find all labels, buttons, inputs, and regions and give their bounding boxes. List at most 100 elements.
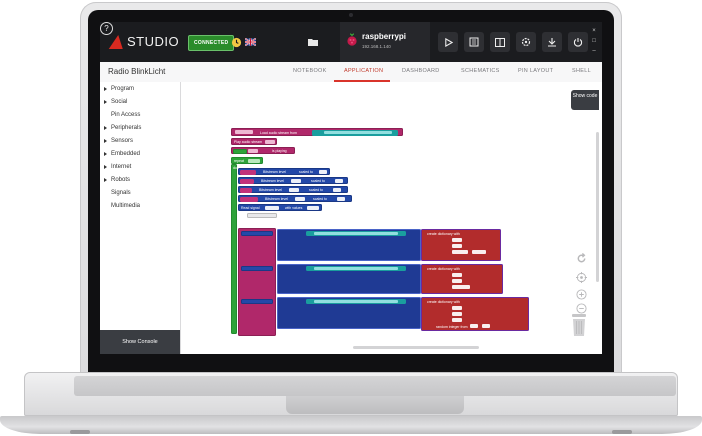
block-label: Load audio stream from xyxy=(260,130,297,135)
tab-dashboard[interactable]: DASHBOARD xyxy=(402,68,440,74)
notebook-button[interactable] xyxy=(490,32,510,52)
block-field[interactable] xyxy=(452,306,462,310)
book-icon xyxy=(495,37,505,47)
show-console-button[interactable]: Show Console xyxy=(100,330,180,354)
block-field[interactable] xyxy=(291,179,301,183)
block-field[interactable] xyxy=(235,130,253,134)
bitstream-level-block[interactable]: Bitstream level scaled to xyxy=(238,177,348,184)
sidebar-item-sensors[interactable]: Sensors xyxy=(104,138,133,144)
block-field[interactable] xyxy=(337,197,345,201)
block-field[interactable] xyxy=(240,169,256,175)
repeat-block[interactable]: repeat xyxy=(231,157,263,164)
block-field[interactable] xyxy=(314,300,398,303)
block-field[interactable] xyxy=(241,266,273,271)
mqtt-send-block[interactable] xyxy=(277,229,421,261)
block-field[interactable] xyxy=(265,140,275,144)
block-field[interactable] xyxy=(241,299,273,304)
flag-icon[interactable] xyxy=(242,34,258,50)
run-button[interactable] xyxy=(438,32,458,52)
center-icon[interactable] xyxy=(575,271,587,283)
block-field[interactable] xyxy=(452,244,462,248)
minimize-icon[interactable]: – xyxy=(589,46,599,56)
block-field[interactable] xyxy=(324,130,392,134)
sidebar-item-pin-access[interactable]: Pin Access xyxy=(111,112,140,118)
folder-icon[interactable] xyxy=(305,34,321,50)
tab-schematics[interactable]: SCHEMATICS xyxy=(461,68,500,74)
tab-shell[interactable]: SHELL xyxy=(572,68,591,74)
block-label: random integer from xyxy=(436,325,468,329)
block-field[interactable] xyxy=(248,159,260,163)
mqtt-send-block[interactable] xyxy=(277,297,421,329)
block-field[interactable] xyxy=(240,196,258,202)
horizontal-scrollbar[interactable] xyxy=(353,346,479,349)
sidebar-item-program[interactable]: Program xyxy=(104,86,134,92)
block-field[interactable] xyxy=(265,206,279,210)
block-field[interactable] xyxy=(452,285,470,289)
read-signal-block[interactable]: Read signal with values xyxy=(238,204,322,211)
sidebar-item-signals[interactable]: Signals xyxy=(111,190,131,196)
sidebar-item-embedded[interactable]: Embedded xyxy=(104,151,140,157)
block-field[interactable] xyxy=(472,250,486,254)
bitstream-level-block[interactable]: Bitstream level scaled to xyxy=(238,186,348,193)
block-category-sidebar: Program Social Pin Access Peripherals Se… xyxy=(100,82,181,354)
vertical-scrollbar[interactable] xyxy=(596,132,599,282)
tab-application[interactable]: APPLICATION xyxy=(344,68,383,74)
device-panel[interactable]: raspberrypi 192.168.1.140 xyxy=(340,22,430,62)
zoom-in-icon[interactable] xyxy=(575,288,587,300)
block-field[interactable] xyxy=(241,231,273,236)
tab-notebook[interactable]: NOTEBOOK xyxy=(293,68,327,74)
create-dictionary-block[interactable]: create dictionary with random integer fr… xyxy=(421,297,529,331)
block-field[interactable] xyxy=(470,324,478,328)
sidebar-item-robots[interactable]: Robots xyxy=(104,177,130,183)
mqtt-send-block[interactable] xyxy=(277,264,421,294)
load-audio-block[interactable]: Load audio stream from xyxy=(231,128,403,136)
block-field[interactable] xyxy=(240,178,254,184)
trash-icon[interactable] xyxy=(571,313,587,337)
deploy-button[interactable] xyxy=(542,32,562,52)
block-field[interactable] xyxy=(295,197,305,201)
block-field[interactable] xyxy=(307,206,319,210)
create-dictionary-block[interactable]: create dictionary with xyxy=(421,229,501,261)
block-field[interactable] xyxy=(482,324,490,328)
create-dictionary-block[interactable]: create dictionary with xyxy=(421,264,503,294)
sidebar-item-multimedia[interactable]: Multimedia xyxy=(111,203,140,209)
topic-string-block[interactable] xyxy=(306,231,406,236)
firmware-button[interactable] xyxy=(464,32,484,52)
block-field[interactable] xyxy=(289,188,299,192)
block-field[interactable] xyxy=(452,318,462,322)
bitstream-level-block[interactable]: Bitstream level scaled to xyxy=(238,195,352,202)
sidebar-item-social[interactable]: Social xyxy=(104,99,127,105)
block-field[interactable] xyxy=(452,238,462,242)
topic-string-block[interactable] xyxy=(306,299,406,304)
block-field[interactable] xyxy=(452,312,462,316)
file-path-block[interactable] xyxy=(312,129,398,136)
block-field[interactable] xyxy=(314,267,398,270)
sidebar-item-internet[interactable]: Internet xyxy=(104,164,131,170)
play-audio-block[interactable]: Play audio stream xyxy=(231,138,277,145)
block-field[interactable] xyxy=(240,187,252,193)
blockly-workspace[interactable]: Show code Load audio stream from Play au… xyxy=(181,82,602,354)
block-field[interactable] xyxy=(452,250,468,254)
block-field[interactable] xyxy=(452,279,462,283)
tab-pin-layout[interactable]: PIN LAYOUT xyxy=(518,68,553,74)
block-field[interactable] xyxy=(335,179,343,183)
audio-playing-block[interactable]: is playing xyxy=(231,147,295,154)
comment-block[interactable] xyxy=(247,213,277,218)
bitstream-level-block[interactable]: Bitstream level scaled to xyxy=(238,168,330,175)
block-field[interactable] xyxy=(248,149,258,153)
topic-string-block[interactable] xyxy=(306,266,406,271)
event-handler-stack[interactable] xyxy=(238,228,276,336)
power-button[interactable] xyxy=(568,32,588,52)
close-icon[interactable]: × xyxy=(589,26,599,36)
settings-button[interactable] xyxy=(516,32,536,52)
maximize-icon[interactable]: □ xyxy=(589,36,599,46)
sidebar-item-peripherals[interactable]: Peripherals xyxy=(104,125,141,131)
block-field[interactable] xyxy=(452,273,462,277)
laptop-foot xyxy=(70,430,90,434)
block-field[interactable] xyxy=(233,148,247,154)
block-field[interactable] xyxy=(314,232,398,235)
undo-icon[interactable] xyxy=(575,252,587,264)
show-code-button[interactable]: Show code xyxy=(571,90,599,110)
block-field[interactable] xyxy=(319,170,327,174)
block-field[interactable] xyxy=(333,188,341,192)
